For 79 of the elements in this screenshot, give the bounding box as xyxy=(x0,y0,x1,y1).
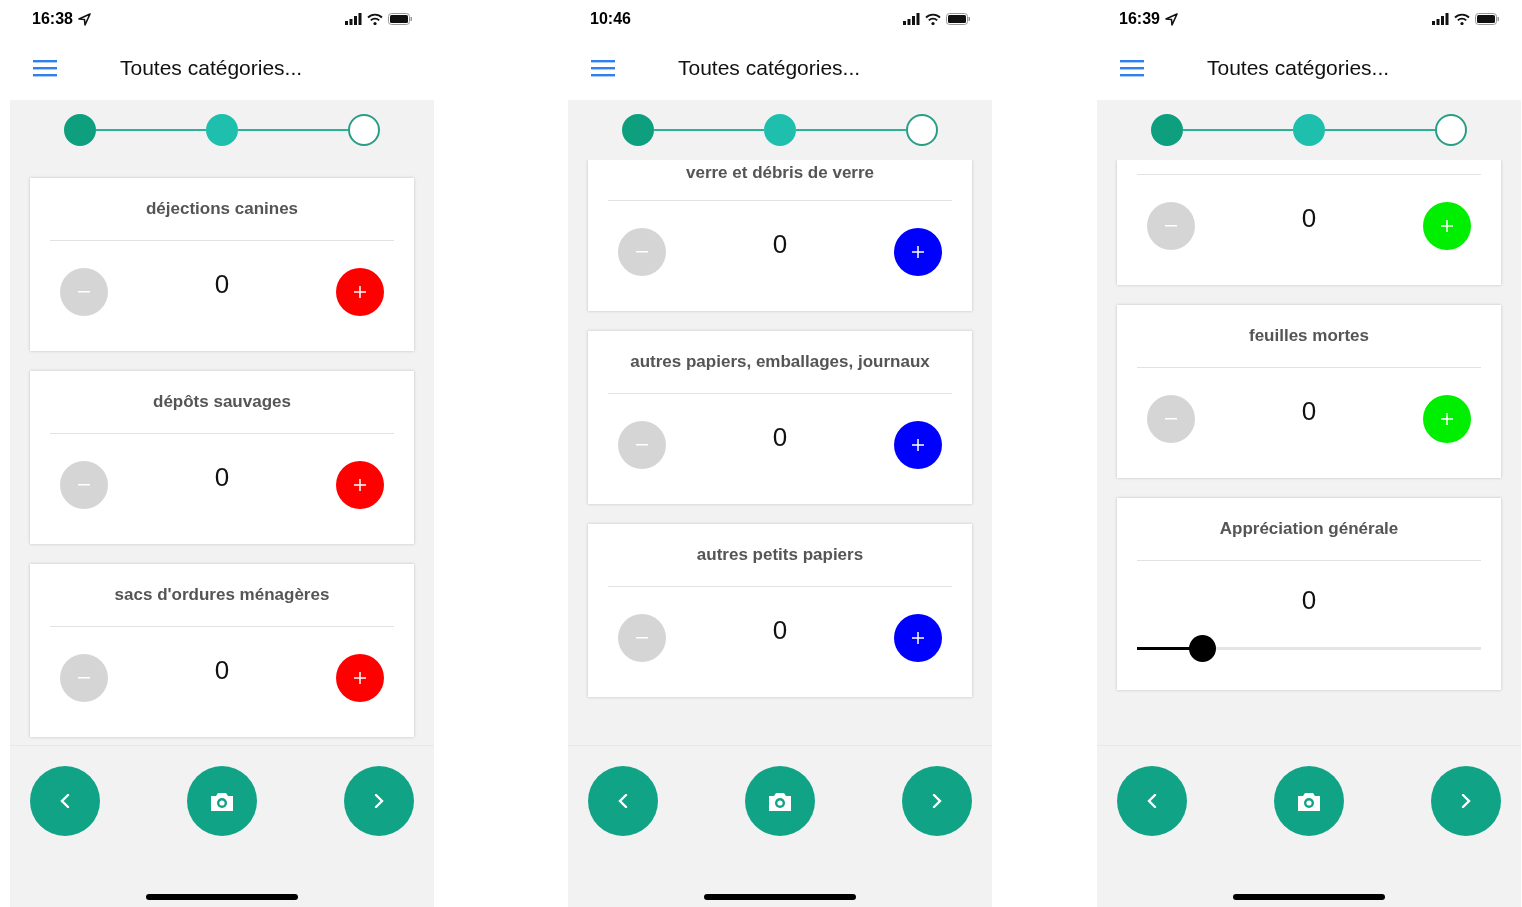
status-time: 10:46 xyxy=(590,9,631,29)
status-time: 16:39 xyxy=(1119,9,1160,29)
step-indicator[interactable] xyxy=(206,114,238,146)
battery-icon xyxy=(946,13,970,25)
plus-icon xyxy=(1441,220,1453,232)
minus-icon xyxy=(78,677,90,679)
category-title: autres papiers, emballages, journaux xyxy=(630,351,930,374)
slider-value: 0 xyxy=(1301,584,1317,617)
plus-icon xyxy=(354,286,366,298)
category-title: dépôts sauvages xyxy=(153,391,291,414)
category-title: déjections canines xyxy=(145,198,299,221)
chevron-right-icon xyxy=(932,794,942,808)
signal-icon xyxy=(1432,13,1449,25)
wifi-icon xyxy=(367,13,383,25)
counter-value: 0 xyxy=(1301,201,1317,235)
step-indicator[interactable] xyxy=(622,114,654,146)
menu-button[interactable] xyxy=(590,58,616,78)
minus-icon xyxy=(78,484,90,486)
status-time: 16:38 xyxy=(32,9,73,29)
minus-icon xyxy=(636,251,648,253)
menu-button[interactable] xyxy=(32,58,58,78)
minus-icon xyxy=(636,637,648,639)
plus-button[interactable] xyxy=(336,654,384,702)
category-title: sacs d'ordures ménagères xyxy=(114,584,330,607)
plus-button[interactable] xyxy=(894,614,942,662)
chevron-left-icon xyxy=(618,794,628,808)
counter-value: 0 xyxy=(772,613,788,647)
battery-icon xyxy=(1475,13,1499,25)
camera-icon xyxy=(767,790,793,812)
counter-value: 0 xyxy=(214,267,230,301)
camera-icon xyxy=(209,790,235,812)
step-indicator[interactable] xyxy=(1293,114,1325,146)
minus-icon xyxy=(78,291,90,293)
counter-value: 0 xyxy=(1301,394,1317,428)
chevron-right-icon xyxy=(1461,794,1471,808)
wifi-icon xyxy=(925,13,941,25)
chevron-left-icon xyxy=(1147,794,1157,808)
plus-icon xyxy=(912,632,924,644)
step-indicator[interactable] xyxy=(64,114,96,146)
plus-button[interactable] xyxy=(894,228,942,276)
counter-value: 0 xyxy=(214,653,230,687)
counter-value: 0 xyxy=(772,420,788,454)
camera-icon xyxy=(1296,790,1322,812)
counter-value: 0 xyxy=(772,227,788,261)
chevron-right-icon xyxy=(374,794,384,808)
signal-icon xyxy=(903,13,920,25)
step-indicator[interactable] xyxy=(906,114,938,146)
category-title: Appréciation générale xyxy=(1219,518,1399,541)
category-title: feuilles mortes xyxy=(1249,325,1369,348)
step-indicator[interactable] xyxy=(1151,114,1183,146)
counter-value: 0 xyxy=(214,460,230,494)
menu-button[interactable] xyxy=(1119,58,1145,78)
menu-icon xyxy=(1120,59,1144,77)
plus-icon xyxy=(354,479,366,491)
signal-icon xyxy=(345,13,362,25)
category-title: verre et débris de verre xyxy=(685,162,875,184)
battery-icon xyxy=(388,13,412,25)
plus-icon xyxy=(912,439,924,451)
screen-title: Toutes catégories... xyxy=(678,55,861,82)
slider-thumb[interactable] xyxy=(1189,635,1217,662)
plus-icon xyxy=(912,246,924,258)
plus-button[interactable] xyxy=(894,421,942,469)
plus-button[interactable] xyxy=(336,268,384,316)
screen-title: Toutes catégories... xyxy=(120,55,303,82)
plus-button[interactable] xyxy=(336,461,384,509)
step-indicator[interactable] xyxy=(1435,114,1467,146)
step-indicator[interactable] xyxy=(348,114,380,146)
menu-icon xyxy=(33,59,57,77)
menu-icon xyxy=(591,59,615,77)
step-indicator[interactable] xyxy=(764,114,796,146)
plus-icon xyxy=(1441,413,1453,425)
plus-icon xyxy=(354,672,366,684)
minus-icon xyxy=(1165,418,1177,420)
category-title: autres petits papiers xyxy=(696,544,864,567)
screen-title: Toutes catégories... xyxy=(1207,55,1390,82)
minus-icon xyxy=(636,444,648,446)
wifi-icon xyxy=(1454,13,1470,25)
chevron-left-icon xyxy=(60,794,70,808)
minus-icon xyxy=(1165,225,1177,227)
